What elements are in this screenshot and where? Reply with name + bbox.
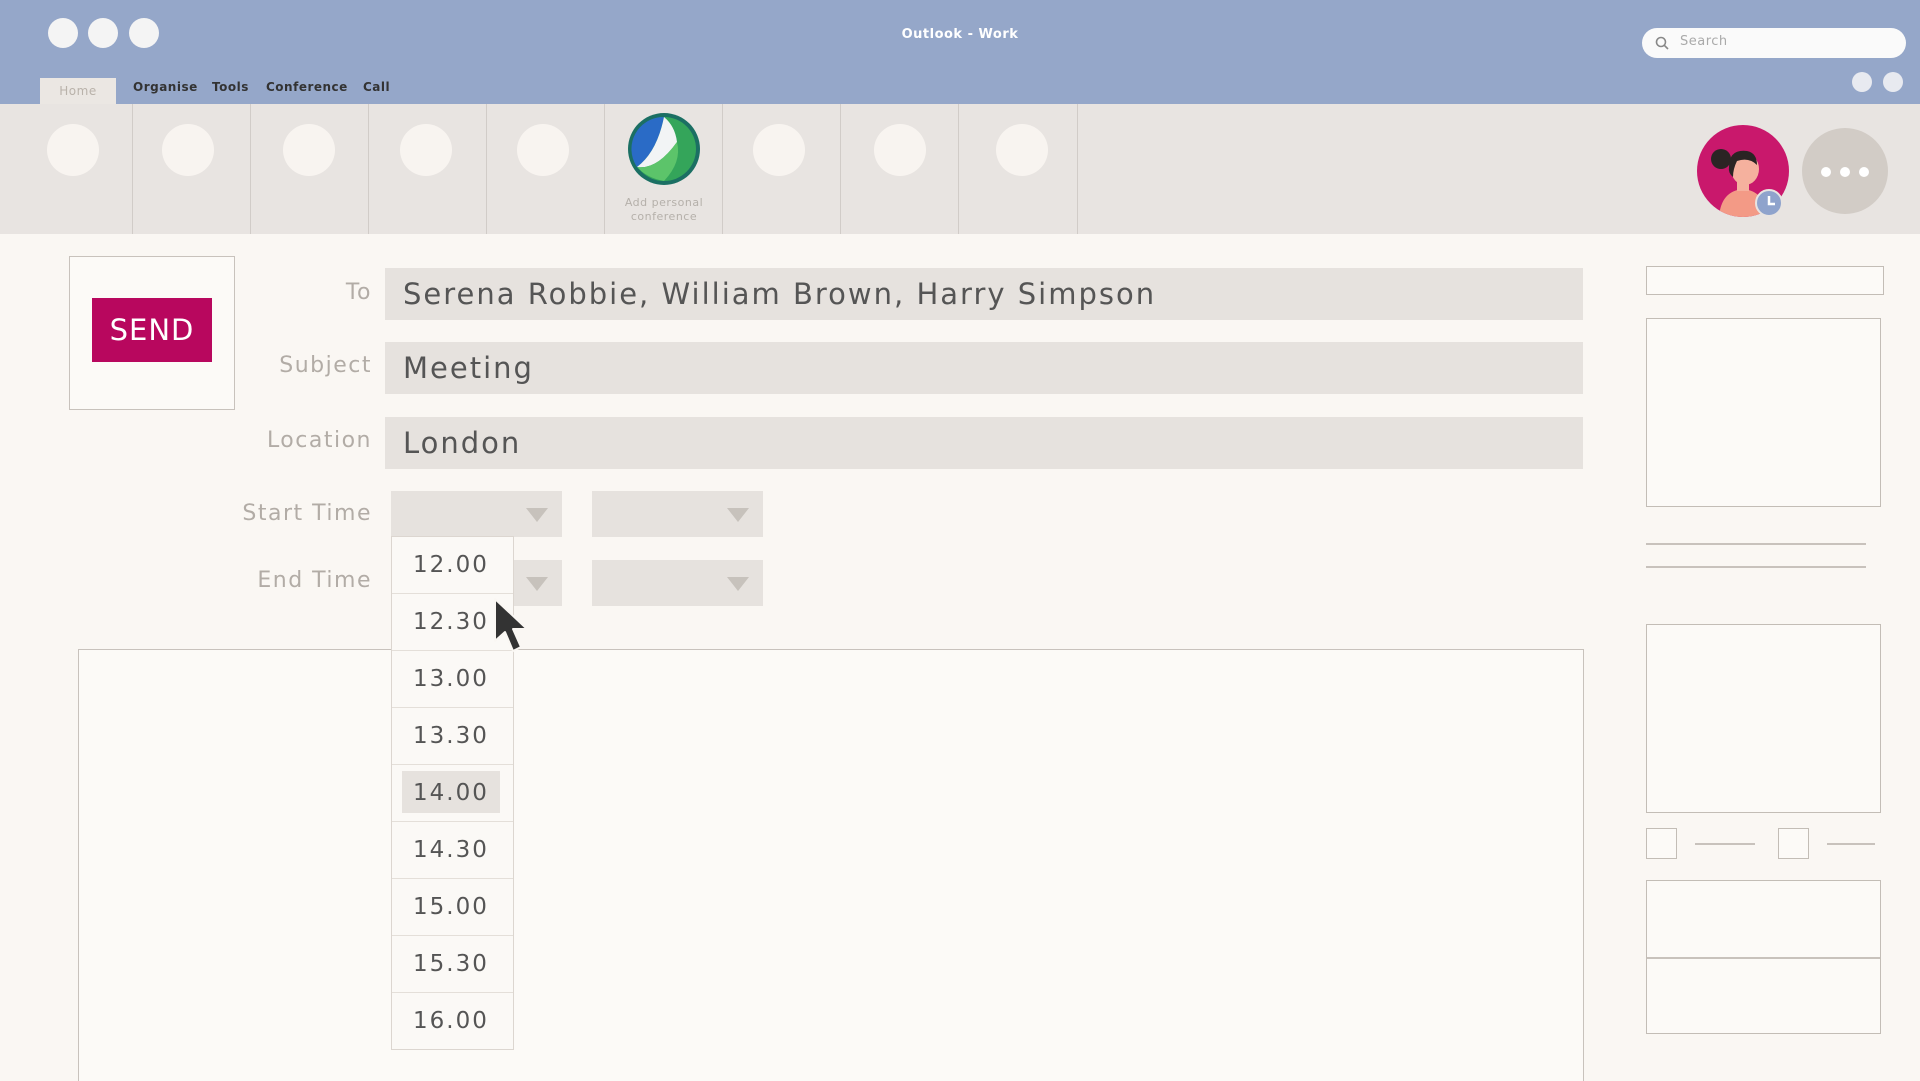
ribbon-button-8[interactable] [841, 104, 959, 234]
chevron-down-icon [727, 508, 749, 522]
right-panel-field[interactable] [1646, 266, 1884, 295]
mouse-pointer-icon [494, 598, 528, 652]
chevron-down-icon [727, 577, 749, 591]
placeholder-icon [753, 124, 805, 176]
right-panel-box-divider [1647, 957, 1880, 959]
placeholder-icon [162, 124, 214, 176]
more-options-button[interactable] [1802, 128, 1888, 214]
placeholder-icon [283, 124, 335, 176]
placeholder-icon [874, 124, 926, 176]
ribbon-button-1[interactable] [0, 104, 133, 234]
ribbon-button-3[interactable] [251, 104, 369, 234]
window-title: Outlook - Work [901, 27, 1019, 42]
time-option-1600[interactable]: 16.00 [392, 993, 513, 1049]
location-field[interactable]: London [385, 417, 1583, 469]
ribbon-button-9[interactable] [959, 104, 1078, 234]
end-time-label: End Time [257, 568, 372, 593]
to-label: To [345, 280, 372, 305]
search-placeholder: Search [1680, 34, 1728, 49]
time-option-1500[interactable]: 15.00 [392, 879, 513, 936]
start-date-select[interactable] [592, 491, 763, 537]
placeholder-icon [400, 124, 452, 176]
to-field[interactable]: Serena Robbie, William Brown, Harry Simp… [385, 268, 1583, 320]
right-panel-dash [1827, 843, 1875, 845]
chevron-down-icon [526, 577, 548, 591]
start-time-label: Start Time [242, 501, 372, 526]
right-panel-box-3 [1646, 880, 1881, 1034]
right-panel-box-2 [1646, 624, 1881, 813]
start-time-select[interactable] [391, 491, 562, 537]
add-personal-conference-button[interactable]: Add personal conference [605, 104, 723, 234]
time-option-1400[interactable]: 14.00 [392, 765, 513, 822]
window-option-button-2[interactable] [1883, 72, 1903, 92]
conference-label: Add personal conference [624, 196, 704, 223]
time-option-1200[interactable]: 12.00 [392, 537, 513, 594]
search-box[interactable]: Search [1642, 28, 1906, 58]
placeholder-icon [996, 124, 1048, 176]
time-option-1330[interactable]: 13.30 [392, 708, 513, 765]
window-option-button[interactable] [1852, 72, 1872, 92]
right-panel-box-1 [1646, 318, 1881, 507]
tab-organise[interactable]: Organise [133, 80, 198, 94]
ribbon-button-7[interactable] [723, 104, 841, 234]
right-panel-checkbox-1[interactable] [1646, 828, 1677, 859]
location-label: Location [266, 428, 372, 453]
right-panel-divider [1646, 566, 1866, 568]
time-option-1530[interactable]: 15.30 [392, 936, 513, 993]
user-avatar[interactable] [1697, 125, 1789, 217]
right-panel-divider [1646, 543, 1866, 545]
end-date-select[interactable] [592, 560, 763, 606]
tab-tools[interactable]: Tools [212, 80, 249, 94]
subject-field[interactable]: Meeting [385, 342, 1583, 394]
message-body[interactable] [78, 649, 1584, 1081]
time-option-1300[interactable]: 13.00 [392, 651, 513, 708]
placeholder-icon [517, 124, 569, 176]
tab-conference[interactable]: Conference [266, 80, 348, 94]
ribbon-button-5[interactable] [487, 104, 605, 234]
ribbon-button-2[interactable] [133, 104, 251, 234]
title-bar: Outlook - Work Search Home Organise Tool… [0, 0, 1920, 104]
tab-home[interactable]: Home [40, 78, 116, 104]
ribbon-button-4[interactable] [369, 104, 487, 234]
search-icon [1655, 36, 1669, 50]
time-option-1430[interactable]: 14.30 [392, 822, 513, 879]
right-panel-checkbox-2[interactable] [1778, 828, 1809, 859]
ribbon-toolbar: Add personal conference [0, 104, 1920, 234]
tab-call[interactable]: Call [363, 80, 390, 94]
right-panel-dash [1695, 843, 1755, 845]
conference-globe-icon [628, 113, 700, 185]
subject-label: Subject [279, 353, 372, 378]
placeholder-icon [47, 124, 99, 176]
chevron-down-icon [526, 508, 548, 522]
